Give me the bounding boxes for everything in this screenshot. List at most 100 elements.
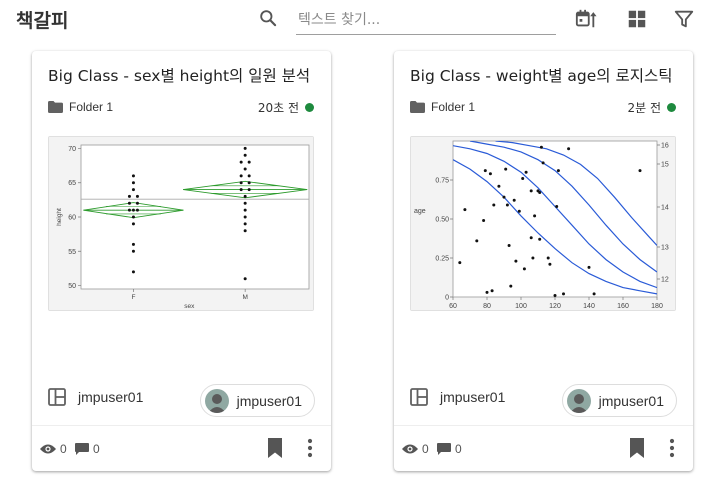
data-point [541, 161, 545, 165]
bookmark-card[interactable]: Big Class - sex별 height의 일원 분석 Folder 1 … [32, 51, 331, 471]
views-text: 0 [422, 442, 429, 456]
data-point [507, 244, 511, 248]
x-tick-label: M [242, 294, 247, 301]
data-point [243, 222, 247, 226]
data-point [131, 249, 135, 253]
data-point [135, 208, 139, 212]
y2-tick-label: 14 [661, 205, 669, 212]
x-tick-label: 80 [483, 303, 491, 310]
report-thumbnail[interactable]: 60 80 100 120 140 160 180 0 0.25 0.50 0.75 age 12 13 1… [410, 136, 676, 311]
avatar [204, 388, 229, 413]
folder-icon [48, 101, 63, 113]
data-point [490, 289, 494, 293]
x-tick-label: 160 [617, 303, 629, 310]
chip-username: jmpuser01 [236, 392, 302, 409]
more-vert-icon[interactable] [307, 438, 313, 458]
data-point [243, 167, 247, 171]
data-point [521, 176, 525, 180]
data-point [638, 169, 642, 173]
x-tick-label: 60 [449, 303, 457, 310]
data-point [131, 181, 135, 185]
data-point [131, 270, 135, 274]
y-tick-label: 65 [68, 180, 76, 187]
y-tick-label: 0.75 [435, 178, 449, 185]
y-tick-label: 0.25 [435, 256, 449, 263]
data-point [546, 256, 550, 260]
search-icon[interactable] [258, 8, 278, 28]
sort-date-icon[interactable] [575, 8, 597, 30]
status-dot [305, 102, 314, 112]
data-point [131, 242, 135, 246]
data-point [488, 172, 492, 176]
page-title: 책갈피 [16, 10, 69, 32]
folder-label[interactable]: Folder 1 [410, 99, 475, 115]
data-point [592, 292, 596, 296]
data-point [243, 277, 247, 281]
comment-count: 0 [75, 442, 100, 456]
more-vert-icon[interactable] [669, 438, 675, 458]
oneway-chart: 70 65 60 55 50 height F Msex [49, 137, 313, 310]
data-point [243, 153, 247, 157]
user-chip[interactable]: jmpuser01 [561, 384, 677, 417]
folder-name: Folder 1 [69, 100, 114, 114]
eye-icon [40, 444, 56, 454]
data-point [567, 147, 571, 151]
data-point [127, 194, 131, 198]
user-chip[interactable]: jmpuser01 [199, 384, 315, 417]
data-point [127, 201, 131, 205]
comment-icon [437, 442, 451, 455]
report-thumbnail[interactable]: 70 65 60 55 50 height F Msex [48, 136, 314, 311]
data-point [497, 184, 501, 188]
x-tick-label: 120 [549, 303, 561, 310]
folder-label[interactable]: Folder 1 [48, 99, 113, 115]
data-point [135, 201, 139, 205]
data-point [131, 208, 135, 212]
filter-icon[interactable] [673, 8, 695, 30]
y2-tick-label: 12 [661, 277, 669, 284]
bookmark-icon[interactable] [268, 438, 282, 458]
data-point [539, 145, 543, 149]
view-count: 0 [40, 442, 67, 456]
data-point [562, 292, 565, 296]
y2-tick-label: 15 [661, 162, 669, 169]
data-point [243, 201, 247, 205]
data-point [243, 194, 247, 198]
time-text: 20초 전 [257, 100, 299, 115]
x-tick-label: 100 [515, 303, 527, 310]
x-axis-label: sex [184, 303, 195, 310]
x-tick-label: F [131, 294, 135, 301]
data-point [548, 262, 552, 266]
x-tick-label: 180 [651, 303, 663, 310]
data-point [243, 229, 247, 233]
grid-view-icon[interactable] [626, 8, 648, 30]
data-point [239, 174, 243, 178]
data-point [512, 198, 516, 202]
y-tick-label: 0 [445, 295, 449, 302]
data-point [247, 160, 251, 164]
view-count: 0 [402, 442, 429, 456]
y-tick-label: 55 [68, 249, 76, 256]
data-point [243, 208, 247, 212]
y-axis-label: height [56, 208, 63, 226]
y-tick-label: 50 [68, 283, 76, 290]
data-point [522, 267, 526, 271]
card-title[interactable]: Big Class - sex별 height의 일원 분석 [48, 64, 310, 86]
data-point [538, 190, 542, 194]
search-input[interactable] [296, 5, 556, 35]
data-point [482, 219, 486, 223]
bookmark-card[interactable]: Big Class - weight별 age의 로지스틱 Folder 1 2… [394, 51, 693, 471]
data-point [239, 181, 243, 185]
card-title[interactable]: Big Class - weight별 age의 로지스틱 [410, 64, 672, 86]
data-point [131, 215, 135, 219]
bookmark-icon[interactable] [630, 438, 644, 458]
data-point [458, 261, 462, 265]
status-dot [667, 102, 676, 112]
data-point [463, 208, 467, 212]
owner-name: jmpuser01 [78, 389, 144, 405]
updated-time: 20초 전 [258, 99, 314, 115]
data-point [247, 181, 251, 185]
plot-area [80, 144, 310, 290]
y-tick-label: 0.50 [435, 217, 449, 224]
data-point [538, 237, 542, 241]
data-point [239, 188, 243, 192]
